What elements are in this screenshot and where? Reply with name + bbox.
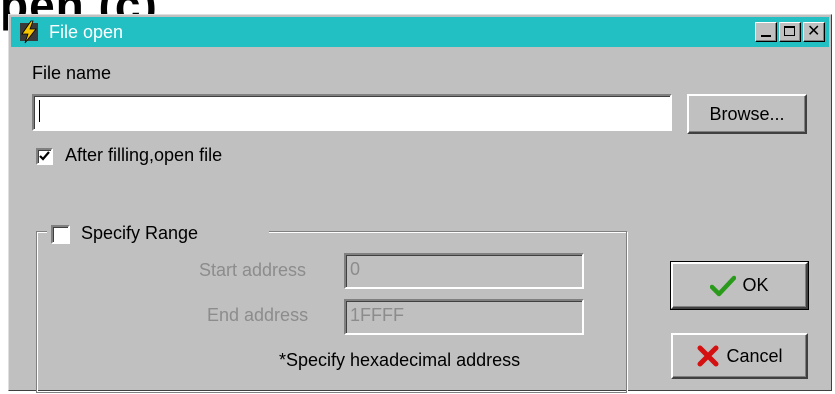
title-bar[interactable]: File open ✕ xyxy=(11,17,829,47)
end-address-value: 1FFFF xyxy=(350,305,404,325)
maximize-icon xyxy=(784,26,795,36)
file-name-label: File name xyxy=(32,63,112,83)
specify-range-label[interactable]: Specify Range xyxy=(81,223,198,244)
minimize-icon xyxy=(761,35,771,37)
checkmark-icon xyxy=(710,275,737,296)
start-address-value: 0 xyxy=(350,259,361,279)
x-icon xyxy=(697,345,719,367)
ok-button[interactable]: OK xyxy=(670,261,809,310)
maximize-button[interactable] xyxy=(779,22,801,42)
window-title: File open xyxy=(49,22,124,42)
ok-button-label: OK xyxy=(742,275,769,295)
cancel-button-label: Cancel xyxy=(726,345,783,366)
open-after-checkbox[interactable] xyxy=(36,148,53,165)
range-legend: Specify Range xyxy=(47,221,269,247)
start-address-label: Start address xyxy=(199,260,307,280)
file-name-input[interactable] xyxy=(32,94,672,131)
open-after-label[interactable]: After filling,open file xyxy=(65,145,222,166)
checkmark-small-icon xyxy=(39,151,50,161)
cancel-button[interactable]: Cancel xyxy=(671,333,808,379)
end-address-input[interactable]: 1FFFF xyxy=(344,299,584,335)
browse-button[interactable]: Browse... xyxy=(687,94,807,134)
close-button[interactable]: ✕ xyxy=(803,22,825,42)
hex-address-note: *Specify hexadecimal address xyxy=(279,350,521,370)
lightning-app-icon xyxy=(17,20,41,44)
minimize-button[interactable] xyxy=(755,22,777,42)
specify-range-checkbox[interactable] xyxy=(51,225,70,244)
browse-button-label: Browse... xyxy=(709,103,785,124)
start-address-input[interactable]: 0 xyxy=(344,253,584,289)
file-open-dialog: File open ✕ File name Browse... After fi… xyxy=(8,14,832,393)
close-icon: ✕ xyxy=(807,23,821,40)
end-address-label: End address xyxy=(207,305,309,325)
text-caret xyxy=(39,100,40,122)
